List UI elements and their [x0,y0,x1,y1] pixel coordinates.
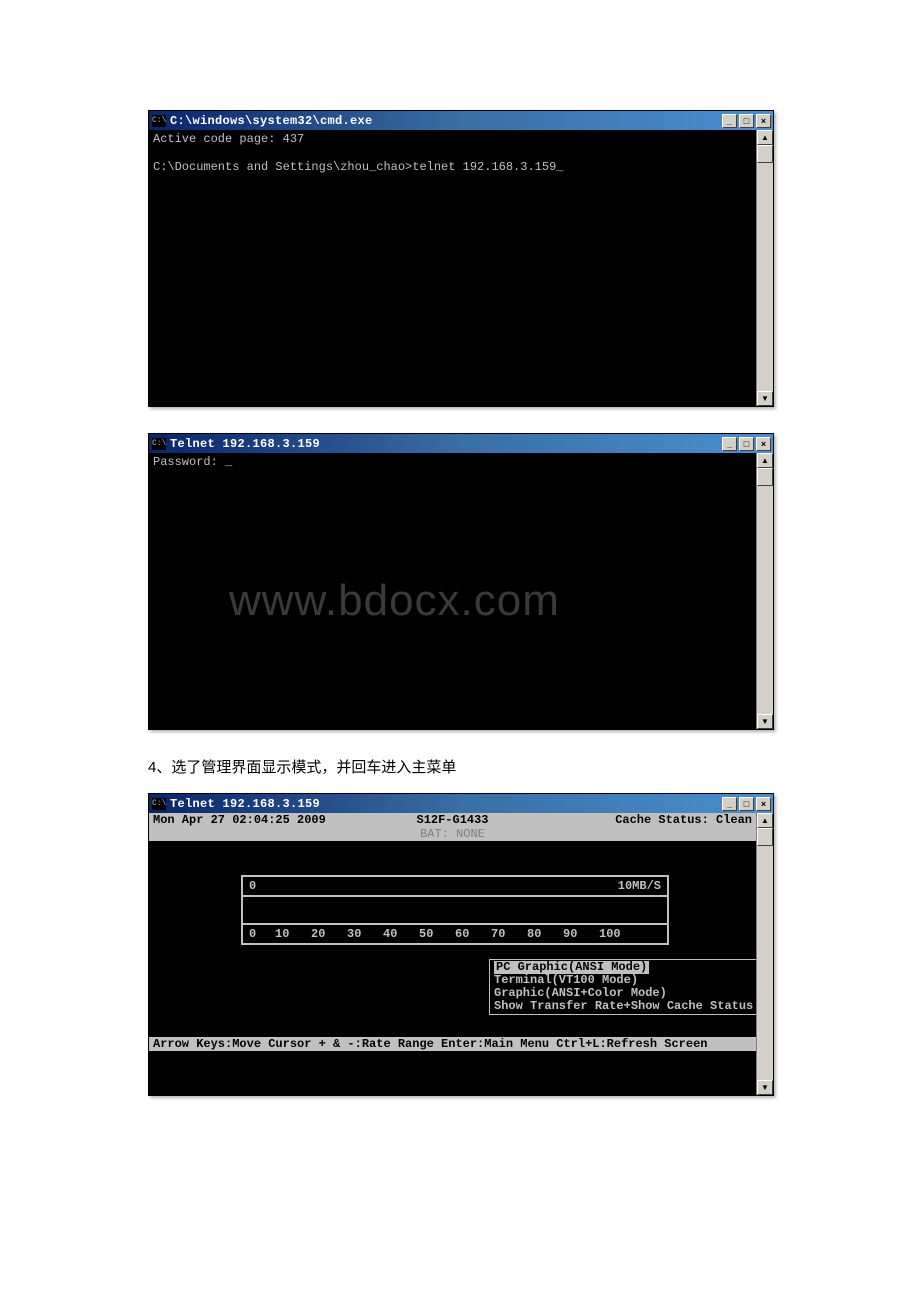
system-menu-icon[interactable]: C:\ [152,798,166,810]
battery-status: BAT: NONE [149,827,756,841]
console-output[interactable]: Password: _ [149,453,756,729]
scroll-track[interactable] [757,468,773,714]
password-prompt: Password: _ [153,455,232,469]
system-menu-icon[interactable]: C:\ [152,115,166,127]
window-controls: _ □ × [722,437,771,451]
window-title: Telnet 192.168.3.159 [170,437,722,451]
window-controls: _ □ × [722,114,771,128]
scroll-up-button[interactable]: ▲ [757,453,773,468]
scroll-thumb[interactable] [757,828,773,846]
step-caption: 4、选了管理界面显示模式，并回车进入主菜单 [148,756,772,777]
scroll-up-button[interactable]: ▲ [757,130,773,145]
maximize-button[interactable]: □ [739,114,754,128]
window-title: Telnet 192.168.3.159 [170,797,722,811]
close-button[interactable]: × [756,114,771,128]
scroll-track[interactable] [757,828,773,1080]
scroll-track[interactable] [757,145,773,391]
console-output[interactable]: Mon Apr 27 02:04:25 2009S12F-G1433Cache … [149,813,756,1095]
scroll-thumb[interactable] [757,468,773,486]
system-menu-icon[interactable]: C:\ [152,438,166,450]
status-header: Mon Apr 27 02:04:25 2009S12F-G1433Cache … [149,813,756,827]
titlebar[interactable]: C:\ Telnet 192.168.3.159 _ □ × [149,434,773,453]
scroll-down-button[interactable]: ▼ [757,391,773,406]
graph-ticks: 0102030405060708090100 [243,925,667,943]
display-mode-menu[interactable]: PC Graphic(ANSI Mode)Terminal(VT100 Mode… [489,959,756,1015]
minimize-button[interactable]: _ [722,114,737,128]
console-output[interactable]: Active code page: 437 C:\Documents and S… [149,130,756,406]
telnet-password-window: C:\ Telnet 192.168.3.159 _ □ × Password:… [148,433,774,730]
titlebar[interactable]: C:\ Telnet 192.168.3.159 _ □ × [149,794,773,813]
vertical-scrollbar[interactable]: ▲ ▼ [756,813,773,1095]
graph-min: 0 [249,879,256,893]
transfer-rate-graph: 0 10MB/S 0102030405060708090100 PC Graphic… [149,841,756,1025]
close-button[interactable]: × [756,437,771,451]
timestamp: Mon Apr 27 02:04:25 2009 [153,813,353,827]
titlebar[interactable]: C:\ C:\windows\system32\cmd.exe _ □ × [149,111,773,130]
scroll-thumb[interactable] [757,145,773,163]
maximize-button[interactable]: □ [739,437,754,451]
scroll-down-button[interactable]: ▼ [757,714,773,729]
console-line: Active code page: 437 [153,132,304,146]
document-page: C:\ C:\windows\system32\cmd.exe _ □ × Ac… [0,0,920,1162]
window-title: C:\windows\system32\cmd.exe [170,114,722,128]
graph-max: 10MB/S [618,879,661,893]
window-controls: _ □ × [722,797,771,811]
console-line: C:\Documents and Settings\zhou_chao>teln… [153,160,563,174]
help-footer: Arrow Keys:Move Cursor + & -:Rate Range … [149,1037,756,1051]
close-button[interactable]: × [756,797,771,811]
vertical-scrollbar[interactable]: ▲ ▼ [756,130,773,406]
model-id: S12F-G1433 [353,813,553,827]
cmd-window: C:\ C:\windows\system32\cmd.exe _ □ × Ac… [148,110,774,407]
minimize-button[interactable]: _ [722,797,737,811]
vertical-scrollbar[interactable]: ▲ ▼ [756,453,773,729]
telnet-menu-window: C:\ Telnet 192.168.3.159 _ □ × Mon Apr 2… [148,793,774,1096]
scroll-down-button[interactable]: ▼ [757,1080,773,1095]
scroll-up-button[interactable]: ▲ [757,813,773,828]
minimize-button[interactable]: _ [722,437,737,451]
maximize-button[interactable]: □ [739,797,754,811]
menu-option[interactable]: Show Transfer Rate+Show Cache Status [494,1000,756,1013]
cache-status: Cache Status: Clean [552,813,752,827]
